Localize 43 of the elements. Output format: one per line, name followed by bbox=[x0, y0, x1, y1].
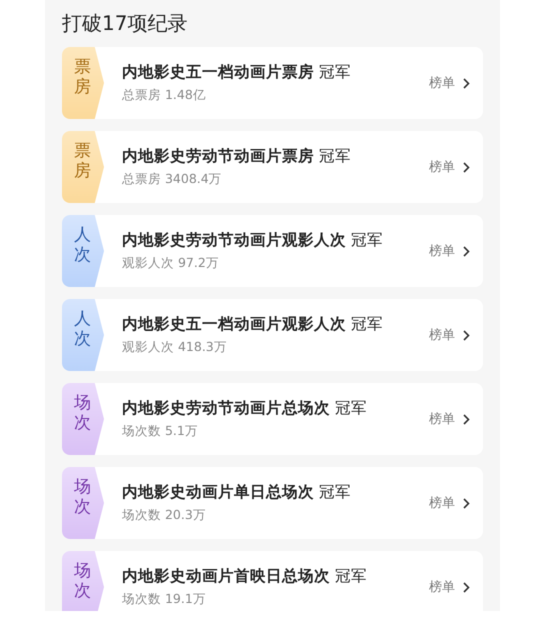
record-stat: 场次数 20.3万 bbox=[122, 507, 207, 524]
category-tag: 票房 bbox=[62, 47, 104, 119]
record-stat: 总票房 3408.4万 bbox=[122, 171, 223, 188]
record-stat: 观影人次 97.2万 bbox=[122, 255, 220, 272]
chevron-icon bbox=[463, 78, 470, 88]
record-card[interactable]: 人次 内地影史劳动节动画片观影人次 冠军 观影人次 97.2万 榜单 bbox=[62, 215, 483, 287]
chevron-icon bbox=[463, 414, 470, 424]
record-stat: 总票房 1.48亿 bbox=[122, 87, 207, 104]
ranking-link[interactable]: 榜单 bbox=[429, 578, 470, 596]
record-title: 内地影史劳动节动画片观影人次 冠军 bbox=[122, 230, 384, 251]
record-card[interactable]: 票房 内地影史五一档动画片票房 冠军 总票房 1.48亿 榜单 bbox=[62, 47, 483, 119]
record-title: 内地影史五一档动画片票房 冠军 bbox=[122, 62, 352, 83]
record-stat: 观影人次 418.3万 bbox=[122, 339, 228, 356]
record-title: 内地影史动画片单日总场次 冠军 bbox=[122, 482, 352, 503]
ranking-link[interactable]: 榜单 bbox=[429, 74, 470, 92]
ranking-link[interactable]: 榜单 bbox=[429, 326, 470, 344]
record-card[interactable]: 场次 内地影史劳动节动画片总场次 冠军 场次数 5.1万 榜单 bbox=[62, 383, 483, 455]
record-card[interactable]: 票房 内地影史劳动节动画片票房 冠军 总票房 3408.4万 榜单 bbox=[62, 131, 483, 203]
category-tag: 人次 bbox=[62, 299, 104, 371]
record-card[interactable]: 场次 内地影史动画片单日总场次 冠军 场次数 20.3万 榜单 bbox=[62, 467, 483, 539]
category-tag: 场次 bbox=[62, 383, 104, 455]
ranking-link[interactable]: 榜单 bbox=[429, 494, 470, 512]
ranking-link[interactable]: 榜单 bbox=[429, 158, 470, 176]
category-tag: 票房 bbox=[62, 131, 104, 203]
record-card[interactable]: 场次 内地影史动画片首映日总场次 冠军 场次数 19.1万 榜单 bbox=[62, 551, 483, 611]
category-tag: 人次 bbox=[62, 215, 104, 287]
category-tag: 场次 bbox=[62, 551, 104, 611]
record-card[interactable]: 人次 内地影史五一档动画片观影人次 冠军 观影人次 418.3万 榜单 bbox=[62, 299, 483, 371]
section-title: 打破17项纪录 bbox=[62, 10, 188, 37]
chevron-icon bbox=[463, 582, 470, 592]
record-title: 内地影史动画片首映日总场次 冠军 bbox=[122, 566, 368, 587]
record-title: 内地影史劳动节动画片票房 冠军 bbox=[122, 146, 352, 167]
category-tag: 场次 bbox=[62, 467, 104, 539]
record-stat: 场次数 5.1万 bbox=[122, 423, 199, 440]
ranking-link[interactable]: 榜单 bbox=[429, 242, 470, 260]
record-stat: 场次数 19.1万 bbox=[122, 591, 207, 608]
chevron-icon bbox=[463, 498, 470, 508]
chevron-icon bbox=[463, 330, 470, 340]
record-title: 内地影史五一档动画片观影人次 冠军 bbox=[122, 314, 384, 335]
ranking-link[interactable]: 榜单 bbox=[429, 410, 470, 428]
chevron-icon bbox=[463, 162, 470, 172]
record-title: 内地影史劳动节动画片总场次 冠军 bbox=[122, 398, 368, 419]
chevron-icon bbox=[463, 246, 470, 256]
